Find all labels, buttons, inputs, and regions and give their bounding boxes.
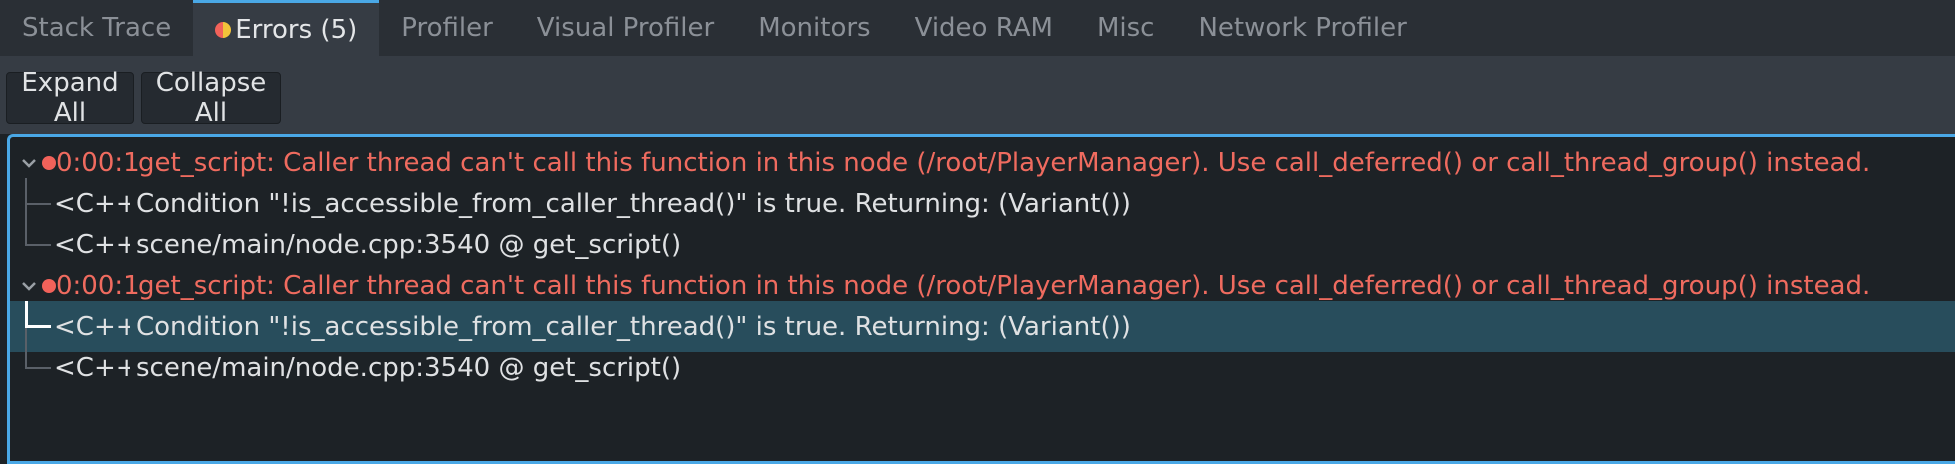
debugger-tab-bar: Stack Trace Errors (5) Profiler Visual P… — [0, 0, 1955, 56]
error-tree[interactable]: 0:00:11: get_script: Caller thread can't… — [7, 134, 1955, 464]
tab-errors[interactable]: Errors (5) — [193, 0, 380, 56]
tab-visual-profiler[interactable]: Visual Profiler — [515, 0, 736, 56]
error-message: get_script: Caller thread can't call thi… — [138, 147, 1871, 178]
tab-profiler[interactable]: Profiler — [379, 0, 515, 56]
tab-monitors[interactable]: Monitors — [736, 0, 892, 56]
error-detail: Condition "!is_accessible_from_caller_th… — [136, 188, 1131, 219]
error-detail: Condition "!is_accessible_from_caller_th… — [136, 311, 1131, 342]
error-kind: <C++ Source> — [54, 229, 130, 260]
tab-misc[interactable]: Misc — [1075, 0, 1177, 56]
errors-toolbar: Expand All Collapse All — [0, 56, 1955, 134]
error-kind: <C++ Error> — [54, 311, 130, 342]
collapse-all-button[interactable]: Collapse All — [141, 68, 281, 128]
tab-video-ram[interactable]: Video RAM — [893, 0, 1075, 56]
tab-stack-trace[interactable]: Stack Trace — [0, 0, 193, 56]
chevron-down-icon[interactable] — [20, 277, 38, 295]
expand-all-button[interactable]: Expand All — [6, 68, 134, 128]
chevron-down-icon[interactable] — [20, 154, 38, 172]
red-dot-icon — [42, 155, 56, 170]
red-dot-icon — [42, 278, 56, 293]
error-detail-row[interactable]: <C++ Source> scene/main/node.cpp:3540 @ … — [10, 342, 1955, 393]
error-detail: scene/main/node.cpp:3540 @ get_script() — [136, 352, 682, 383]
error-detail: scene/main/node.cpp:3540 @ get_script() — [136, 229, 682, 260]
error-kind: <C++ Source> — [54, 352, 130, 383]
error-warning-dot-icon — [215, 21, 232, 38]
error-time: 0:00:11: — [56, 270, 140, 301]
tab-errors-label: Errors (5) — [235, 14, 358, 45]
error-message: get_script: Caller thread can't call thi… — [138, 270, 1871, 301]
tab-network-profiler[interactable]: Network Profiler — [1176, 0, 1428, 56]
error-kind: <C++ Error> — [54, 188, 130, 219]
error-time: 0:00:11: — [56, 147, 140, 178]
